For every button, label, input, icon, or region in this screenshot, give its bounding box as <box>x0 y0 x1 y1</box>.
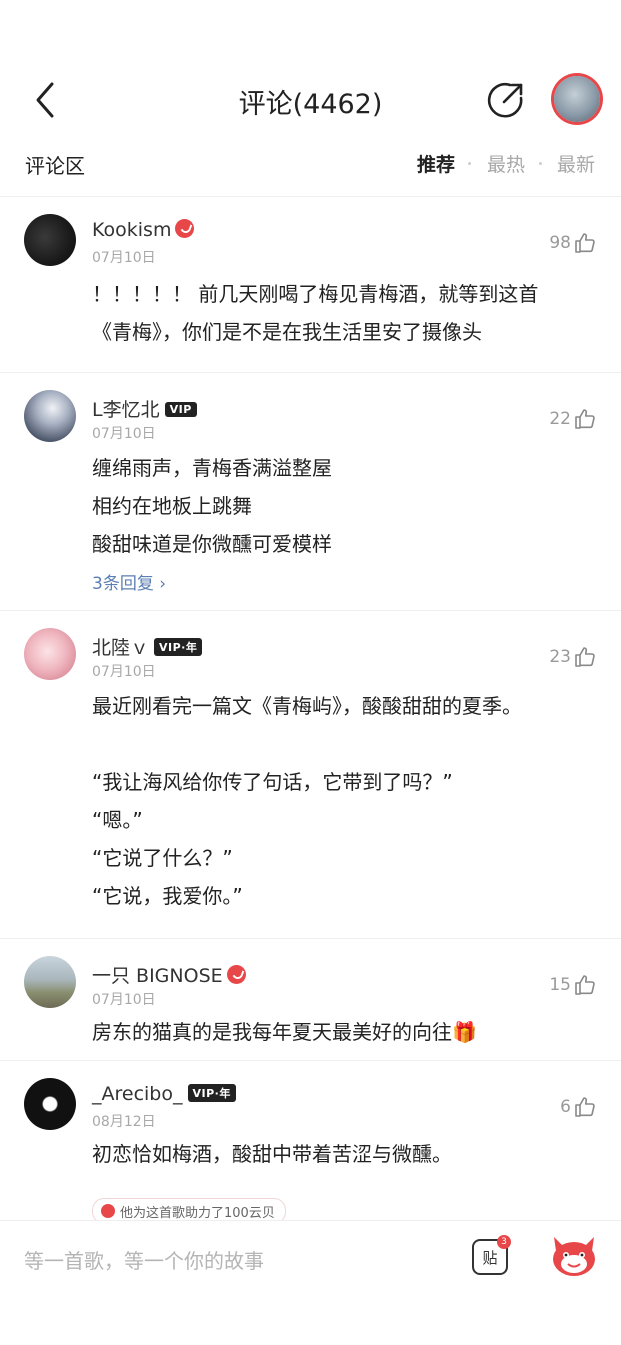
thumbs-up-icon <box>575 409 595 429</box>
comment-item: _Arecibo_ VIP·年 08月12日 6 初恋恰如梅酒，酸甜中带着苦涩与微… <box>0 1060 621 1221</box>
divider-dot <box>539 162 542 165</box>
verified-badge-icon <box>175 219 195 238</box>
vip-badge: VIP·年 <box>187 1084 236 1102</box>
comment-section-header: 评论区 推荐 最热 最新 <box>0 140 621 186</box>
page-title: 评论(4462) <box>238 89 383 120</box>
comment-date: 07月10日 <box>92 664 156 680</box>
comment-text: 缠绵雨声，青梅香满溢整屋 相约在地板上跳舞 酸甜味道是你微醺可爱模样 <box>92 456 332 556</box>
section-title: 评论区 <box>25 154 85 178</box>
comment-date: 07月10日 <box>92 250 156 266</box>
song-cover-avatar[interactable] <box>554 76 600 122</box>
comment-item: L李忆北 VIP 07月10日 22 缠绵雨声，青梅香满溢整屋 相约在地板上跳舞 … <box>0 372 621 609</box>
comment-input-bar: 等一首歌，等一个你的故事 贴 3 <box>0 1220 621 1345</box>
thumbs-up-icon <box>575 975 595 995</box>
comment-date: 07月10日 <box>92 426 156 442</box>
like-count: 6 <box>560 1097 571 1117</box>
like-count: 23 <box>549 647 571 667</box>
user-avatar[interactable] <box>24 214 76 266</box>
like-button[interactable]: 15 <box>549 973 597 997</box>
divider-dot <box>468 162 471 165</box>
comment-item: 一只 BIGNOSE 07月10日 15 房东的猫真的是我每年夏天最美好的向往🎁 <box>0 938 621 1057</box>
comment-text: ！！！！！ 前几天刚喝了梅见青梅酒，就等到这首 《青梅》，你们是不是在我生活里安… <box>92 282 539 344</box>
like-button[interactable]: 6 <box>560 1095 597 1119</box>
username[interactable]: Kookism <box>92 219 195 241</box>
comment-input[interactable]: 等一首歌，等一个你的故事 <box>24 1245 264 1274</box>
user-avatar[interactable] <box>24 956 76 1008</box>
view-replies-link[interactable]: 3条回复 › <box>92 569 166 594</box>
comment-item: 北陸ｖ VIP·年 07月10日 23 最近刚看完一篇文《青梅屿》，酸酸甜甜的夏季… <box>0 610 621 937</box>
like-count: 22 <box>549 409 571 429</box>
comment-date: 08月12日 <box>92 1114 156 1130</box>
share-icon[interactable] <box>486 80 526 120</box>
comment-item: Kookism 07月10日 98 ！！！！！ 前几天刚喝了梅见青梅酒，就等到这… <box>0 196 621 369</box>
cloud-shell-icon <box>101 1204 115 1218</box>
comment-text: 房东的猫真的是我每年夏天最美好的向往🎁 <box>92 1020 477 1044</box>
boost-text: 他为这首歌助力了100云贝 <box>120 1205 275 1221</box>
vip-badge: VIP·年 <box>154 638 203 656</box>
thumbs-up-icon <box>575 1097 595 1117</box>
username[interactable]: _Arecibo_ VIP·年 <box>92 1083 236 1105</box>
thumbs-up-icon <box>575 647 595 667</box>
like-button[interactable]: 22 <box>549 407 597 431</box>
like-button[interactable]: 23 <box>549 645 597 669</box>
comment-date: 07月10日 <box>92 992 156 1008</box>
thumbs-up-icon <box>575 233 595 253</box>
sort-tab-recommended[interactable]: 推荐 <box>417 150 455 177</box>
like-count: 98 <box>549 233 571 253</box>
user-avatar[interactable] <box>24 628 76 680</box>
username[interactable]: L李忆北 VIP <box>92 395 197 422</box>
top-bar: 评论(4462) <box>0 60 621 140</box>
comment-text: 初恋恰如梅酒，酸甜中带着苦涩与微醺。 <box>92 1142 452 1166</box>
sort-tab-newest[interactable]: 最新 <box>557 150 595 177</box>
vip-badge: VIP <box>164 402 197 417</box>
mascot-emoji-icon[interactable] <box>548 1231 600 1279</box>
sticker-count-badge: 3 <box>497 1235 511 1249</box>
username[interactable]: 一只 BIGNOSE <box>92 961 246 988</box>
user-avatar[interactable] <box>24 1078 76 1130</box>
verified-badge-icon <box>226 965 246 984</box>
like-count: 15 <box>549 975 571 995</box>
sort-tab-hottest[interactable]: 最热 <box>487 150 525 177</box>
user-avatar[interactable] <box>24 390 76 442</box>
username[interactable]: 北陸ｖ VIP·年 <box>92 633 203 660</box>
like-button[interactable]: 98 <box>549 231 597 255</box>
comment-text: 最近刚看完一篇文《青梅屿》，酸酸甜甜的夏季。 “我让海风给你传了句话，它带到了吗… <box>92 694 522 908</box>
